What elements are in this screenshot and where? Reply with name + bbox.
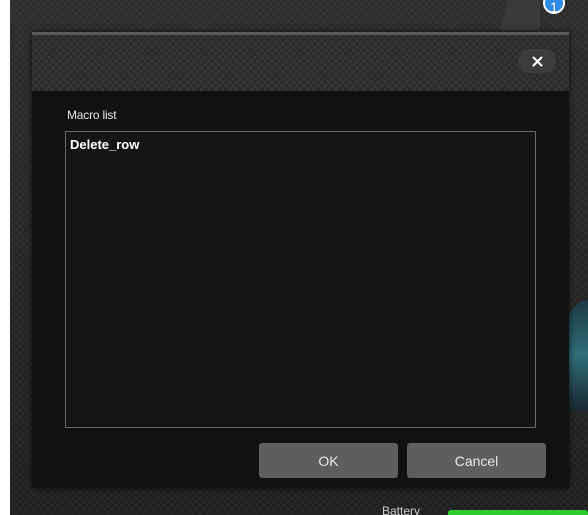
dialog-body: Macro list Delete_row OK Cancel [32, 91, 569, 488]
macro-list-label: Macro list [67, 108, 117, 122]
screen: 1 Battery Macro list Delete_row OK Cance… [0, 0, 588, 515]
ok-button[interactable]: OK [259, 443, 398, 478]
dialog-header [32, 35, 569, 91]
macro-listbox[interactable]: Delete_row [65, 131, 536, 428]
battery-level-bar [448, 510, 588, 515]
macro-list-item[interactable]: Delete_row [66, 136, 535, 153]
close-icon [532, 56, 542, 66]
macro-list-dialog: Macro list Delete_row OK Cancel [32, 32, 569, 488]
battery-label: Battery [382, 504, 421, 515]
close-button[interactable] [518, 49, 556, 73]
cancel-button[interactable]: Cancel [407, 443, 546, 478]
